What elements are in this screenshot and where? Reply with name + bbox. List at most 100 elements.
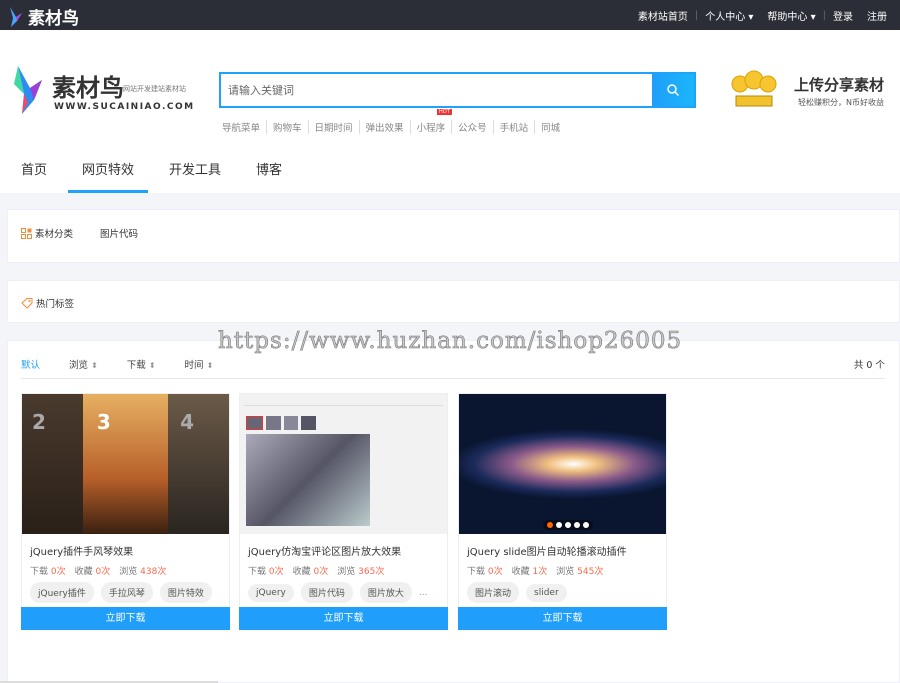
tag-icon [21,297,33,309]
tag[interactable]: 图片代码 [300,582,353,603]
more-tags[interactable]: ... [419,588,428,598]
search-button[interactable] [652,74,694,106]
result-card[interactable]: 2 3 4 jQuery插件手风琴效果 下载 0次 收藏 0次 浏览 438次 jQ… [21,393,230,630]
downloads-count: 0次 [50,567,66,577]
search-icon [667,84,680,97]
hot-word[interactable]: 公众号 [451,120,493,134]
favorites-count: 1次 [532,567,548,577]
tag[interactable]: jQuery插件 [30,582,94,603]
search-input[interactable] [221,74,652,106]
hot-word[interactable]: 日期时间 [307,120,359,134]
sort-bar: 默认 浏览 ⬍ 下载 ⬍ 时间 ⬍ [21,357,242,371]
top-logo[interactable]: 素材鸟 [8,4,79,29]
thumb-panel-number: 3 [82,394,169,534]
tag[interactable]: 图片放大 [359,582,412,603]
bird-logo-icon [10,6,22,27]
main-nav: 首页 网页特效 开发工具 博客 [0,155,296,193]
favorites-label: 收藏 [511,567,530,577]
tag[interactable]: 图片滚动 [467,582,520,603]
thumb-panel-number: 2 [22,394,83,534]
card-stats: 下载 0次 收藏 0次 浏览 365次 [248,564,393,577]
search-bar [219,72,696,108]
category-icon [21,227,32,239]
views-count: 545次 [577,567,604,577]
sort-downloads[interactable]: 下载 ⬍ [127,357,156,371]
hot-word[interactable]: 小程序 [409,120,452,134]
sort-time-label: 时间 [184,360,204,371]
help-center-label: 帮助中心 [767,11,808,23]
nav-home[interactable]: 首页 [7,155,61,193]
favorites-label: 收藏 [292,567,311,577]
views-label: 浏览 [556,567,575,577]
views-label: 浏览 [337,567,356,577]
card-thumbnail[interactable] [459,394,666,534]
downloads-label: 下载 [30,567,49,577]
hot-word[interactable]: 导航菜单 [222,120,266,134]
sort-views[interactable]: 浏览 ⬍ [69,357,98,371]
sort-views-label: 浏览 [69,360,89,371]
bird-logo-icon [14,66,42,114]
download-button[interactable]: 立即下载 [21,607,230,630]
results-panel: 默认 浏览 ⬍ 下载 ⬍ 时间 ⬍ 共 0 个 2 3 4 jQuery插件手风… [7,340,900,683]
card-thumbnail[interactable] [240,394,447,534]
top-nav: 素材站首页 | 个人中心 ▾ 帮助中心 ▾ | 登录 注册 [631,0,894,30]
top-link-user-center[interactable]: 个人中心 ▾ [698,8,760,23]
user-center-label: 个人中心 [705,11,746,23]
thumb-panel-number: 4 [168,394,229,534]
tag[interactable]: 图片特效 [159,582,212,603]
card-title[interactable]: jQuery slide图片自动轮播滚动插件 [467,543,627,558]
download-button[interactable]: 立即下载 [458,607,667,630]
coins-icon [731,70,777,107]
nav-web-effects[interactable]: 网页特效 [68,155,149,193]
hot-badge: HOT [437,109,452,115]
card-tags: jQuery插件 手拉风琴 图片特效 [30,582,212,603]
favorites-count: 0次 [95,567,111,577]
card-stats: 下载 0次 收藏 1次 浏览 545次 [467,564,612,577]
divider [21,378,885,379]
sort-arrows-icon: ⬍ [91,361,98,370]
hot-word[interactable]: 弹出效果 [358,120,410,134]
card-title[interactable]: jQuery仿淘宝评论区图片放大效果 [248,543,401,558]
upload-banner[interactable]: 上传分享素材 轻松赚积分，N币好收益 [724,70,894,114]
top-link-register[interactable]: 注册 [860,8,894,23]
top-link-login[interactable]: 登录 [826,8,860,23]
hot-word[interactable]: 手机站 [492,120,535,134]
top-logo-text: 素材鸟 [28,9,79,29]
tag[interactable]: 手拉风琴 [100,582,153,603]
result-card[interactable]: jQuery仿淘宝评论区图片放大效果 下载 0次 收藏 0次 浏览 365次 jQu… [239,393,448,630]
downloads-label: 下载 [467,567,486,577]
card-thumbnail[interactable]: 2 3 4 [22,394,229,534]
slider-dots [543,520,593,530]
top-link-help-center[interactable]: 帮助中心 ▾ [760,8,822,23]
site-logo[interactable]: 素材鸟 网站开发建站素材站 WWW.SUCAINIAO.COM [12,66,195,116]
top-link-home[interactable]: 素材站首页 [631,8,695,23]
logo-url: WWW.SUCAINIAO.COM [54,102,195,112]
tag[interactable]: slider [526,583,567,602]
sort-time[interactable]: 时间 ⬍ [185,357,214,371]
hot-word[interactable]: 同城 [534,120,566,134]
category-item[interactable]: 图片代码 [100,226,138,240]
category-label-text: 素材分类 [35,229,74,240]
sort-arrows-icon: ⬍ [148,361,156,370]
views-count: 365次 [358,567,385,577]
sort-arrows-icon: ⬍ [206,361,214,370]
nav-dev-tools[interactable]: 开发工具 [155,155,235,193]
views-count: 438次 [140,567,167,577]
sort-default[interactable]: 默认 [21,357,40,371]
downloads-count: 0次 [268,567,284,577]
downloads-label: 下载 [248,567,267,577]
card-stats: 下载 0次 收藏 0次 浏览 438次 [30,564,175,577]
hot-tags-label: 热门标签 [21,296,74,310]
total-count: 共 0 个 [853,360,885,371]
header: 素材鸟 网站开发建站素材站 WWW.SUCAINIAO.COM 导航菜单 购物车… [0,30,900,193]
category-panel: 素材分类 图片代码 [7,209,900,263]
card-title[interactable]: jQuery插件手风琴效果 [30,543,133,558]
download-button[interactable]: 立即下载 [239,607,448,630]
favorites-count: 0次 [313,567,329,577]
tag[interactable]: jQuery [248,583,294,602]
result-card[interactable]: jQuery slide图片自动轮播滚动插件 下载 0次 收藏 1次 浏览 545次… [458,393,667,630]
top-bar: 素材鸟 素材站首页 | 个人中心 ▾ 帮助中心 ▾ | 登录 注册 [0,0,900,30]
upload-subtitle: 轻松赚积分，N币好收益 [798,98,884,107]
nav-blog[interactable]: 博客 [242,155,296,193]
hot-word[interactable]: 购物车 [266,120,308,134]
